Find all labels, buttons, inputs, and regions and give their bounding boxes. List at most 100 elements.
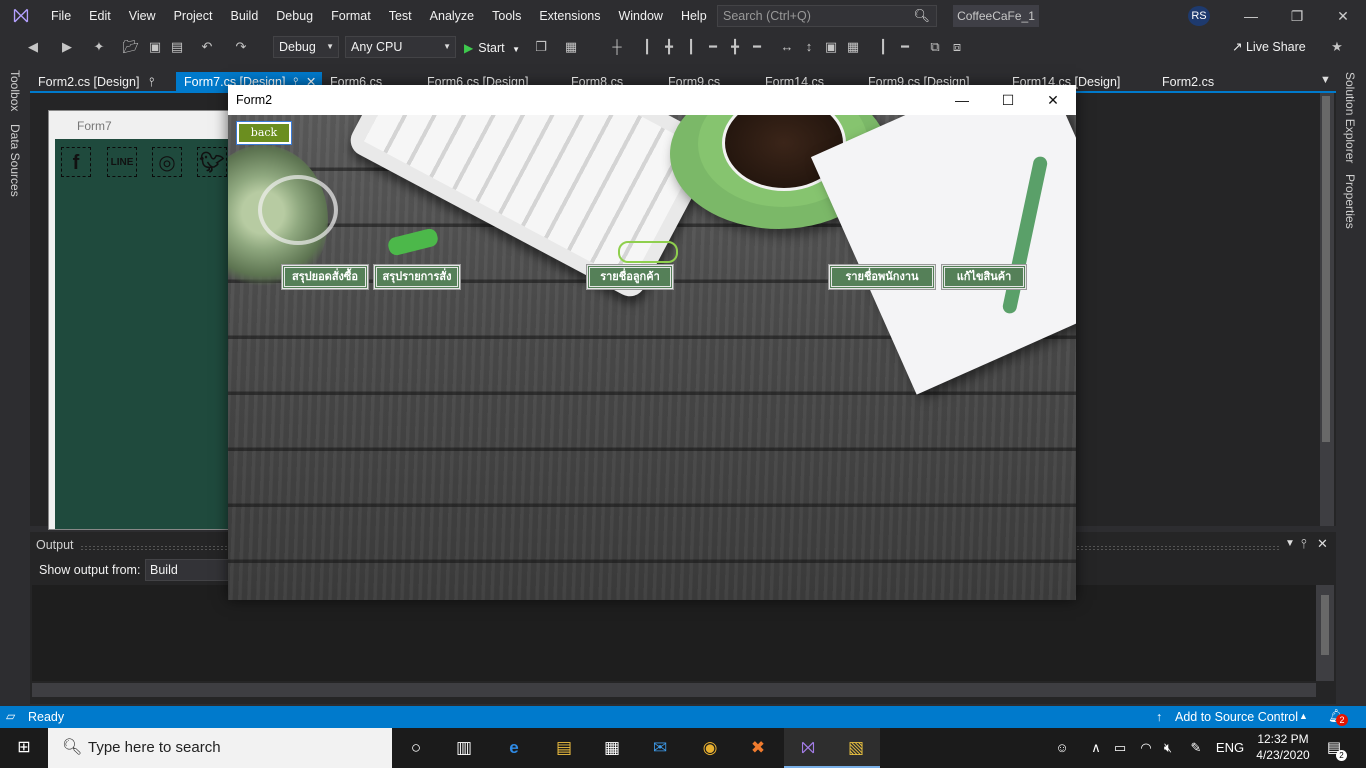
send-to-back-icon[interactable]: ⧈ (948, 39, 966, 55)
chevron-up-icon[interactable]: ∧ (1088, 728, 1104, 768)
tab-overflow-icon[interactable]: ▼ (1320, 74, 1331, 86)
minimize-icon[interactable]: — (939, 85, 985, 115)
back-nav-icon[interactable]: ◀ (24, 39, 42, 55)
line-icon[interactable]: LINE (107, 147, 137, 177)
start-button[interactable]: ▶ Start ▼ (464, 38, 520, 58)
size-to-grid-icon[interactable]: ▦ (844, 39, 862, 55)
menu-file[interactable]: File (42, 0, 80, 32)
taskbar-search-input[interactable]: 🔍︎ Type here to search (48, 728, 392, 768)
form7-design[interactable]: Form7 f LINE ◎ 🐦︎ (48, 110, 239, 530)
visual-studio-icon[interactable]: ⨝ (784, 728, 832, 768)
align-centers-icon[interactable]: ╋ (660, 39, 678, 55)
store-icon[interactable]: ▦ (588, 728, 636, 768)
menu-extensions[interactable]: Extensions (530, 0, 609, 32)
data-sources-tab[interactable]: Data Sources (8, 124, 22, 197)
file-explorer-icon[interactable]: ▤ (540, 728, 588, 768)
form-app-icon[interactable]: ▧ (832, 728, 880, 768)
customer-list-button[interactable]: รายชื่อลูกค้า (587, 265, 673, 289)
screenshot-icon[interactable]: ▦ (562, 39, 580, 55)
close-icon[interactable]: ✕ (1317, 536, 1328, 552)
save-icon[interactable]: ▣ (146, 39, 164, 55)
clock[interactable]: 12:32 PM 4/23/2020 (1248, 731, 1318, 763)
menu-debug[interactable]: Debug (267, 0, 322, 32)
output-horizontal-scrollbar[interactable] (32, 683, 1316, 697)
scrollbar-thumb[interactable] (1321, 595, 1329, 655)
restore-icon[interactable]: ❐ (1274, 0, 1320, 32)
language-indicator[interactable]: ENG (1214, 728, 1246, 768)
new-project-icon[interactable]: ✦ (90, 39, 108, 55)
menu-test[interactable]: Test (380, 0, 421, 32)
search-input[interactable]: Search (Ctrl+Q) 🔍︎ (717, 5, 937, 27)
align-rights-icon[interactable]: ┃ (682, 39, 700, 55)
menu-window[interactable]: Window (609, 0, 671, 32)
chevron-down-icon[interactable]: ▼ (1285, 538, 1295, 549)
mail-icon[interactable]: ✉ (636, 728, 684, 768)
add-to-source-control[interactable]: Add to Source Control (1175, 710, 1298, 724)
output-vertical-scrollbar[interactable] (1316, 585, 1334, 681)
align-middles-icon[interactable]: ╋ (726, 39, 744, 55)
xampp-icon[interactable]: ✖ (734, 728, 782, 768)
vertical-spacing-icon[interactable]: ━ (896, 39, 914, 55)
order-list-summary-button[interactable]: สรุปรายการสั่ง (374, 265, 460, 289)
chevron-up-icon[interactable]: ▲ (1299, 711, 1308, 721)
save-all-icon[interactable]: ▤ (168, 39, 186, 55)
tab-form2-design[interactable]: Form2.cs [Design] ⫯ (30, 72, 176, 92)
menu-view[interactable]: View (120, 0, 165, 32)
feedback-icon[interactable]: ★ (1328, 39, 1346, 55)
task-view-icon[interactable]: ▥ (440, 728, 488, 768)
make-same-height-icon[interactable]: ↕ (800, 39, 818, 55)
facebook-icon[interactable]: f (61, 147, 91, 177)
browser-link-icon[interactable]: ❐ (532, 39, 550, 55)
order-total-summary-button[interactable]: สรุปยอดสั่งซื้อ (282, 265, 368, 289)
make-same-size-icon[interactable]: ▣ (822, 39, 840, 55)
menu-edit[interactable]: Edit (80, 0, 120, 32)
menu-format[interactable]: Format (322, 0, 380, 32)
minimize-icon[interactable]: — (1228, 0, 1274, 32)
scrollbar-thumb[interactable] (1322, 96, 1330, 442)
align-grid-icon[interactable]: ┼ (608, 39, 626, 55)
menu-help[interactable]: Help (672, 0, 716, 32)
people-icon[interactable]: ☺ (1050, 728, 1074, 768)
pin-icon[interactable]: ⫯ (149, 75, 154, 89)
pen-icon[interactable]: ✎ (1186, 728, 1206, 768)
employee-list-button[interactable]: รายชื่อพนักงาน (829, 265, 935, 289)
align-bottoms-icon[interactable]: ━ (748, 39, 766, 55)
horizontal-spacing-icon[interactable]: ┃ (874, 39, 892, 55)
twitter-icon[interactable]: 🐦︎ (197, 147, 227, 177)
menu-project[interactable]: Project (165, 0, 222, 32)
wifi-icon[interactable]: ◠ (1136, 728, 1156, 768)
battery-icon[interactable]: ▭ (1110, 728, 1130, 768)
bring-to-front-icon[interactable]: ⧉ (926, 39, 944, 55)
close-icon[interactable]: ✕ (1320, 0, 1366, 32)
edit-product-button[interactable]: แก้ไขสินค้า (942, 265, 1026, 289)
tab-form2[interactable]: Form2.cs (1154, 72, 1254, 92)
avatar[interactable]: RS (1188, 6, 1210, 26)
forward-nav-icon[interactable]: ▶ (58, 39, 76, 55)
live-share-button[interactable]: ↗ Live Share (1232, 39, 1306, 54)
align-lefts-icon[interactable]: ┃ (638, 39, 656, 55)
volume-muted-icon[interactable]: 🔇︎ (1158, 728, 1178, 768)
make-same-width-icon[interactable]: ↔ (778, 39, 796, 55)
cortana-icon[interactable]: ○ (392, 728, 440, 768)
align-tops-icon[interactable]: ━ (704, 39, 722, 55)
pin-icon[interactable]: ⫯ (1301, 536, 1307, 552)
close-icon[interactable]: ✕ (1030, 85, 1076, 115)
redo-icon[interactable]: ↷ (232, 39, 250, 55)
back-button[interactable]: back (237, 122, 291, 144)
instagram-icon[interactable]: ◎ (152, 147, 182, 177)
undo-icon[interactable]: ↶ (198, 39, 216, 55)
platform-dropdown[interactable]: Any CPU ▼ (345, 36, 456, 58)
menu-build[interactable]: Build (221, 0, 267, 32)
solution-explorer-tab[interactable]: Solution Explorer (1343, 72, 1357, 163)
open-folder-icon[interactable]: 📂︎ (122, 39, 140, 55)
chrome-icon[interactable]: ◉ (686, 728, 734, 768)
properties-tab[interactable]: Properties (1343, 174, 1357, 229)
action-center-icon[interactable]: ▤ (1322, 728, 1346, 768)
toolbox-tab[interactable]: Toolbox (8, 70, 22, 111)
configuration-dropdown[interactable]: Debug ▼ (273, 36, 339, 58)
edge-icon[interactable]: e (490, 728, 538, 768)
maximize-icon[interactable]: ☐ (985, 85, 1031, 115)
menu-tools[interactable]: Tools (483, 0, 530, 32)
form7-body[interactable]: f LINE ◎ 🐦︎ (55, 139, 239, 529)
windows-start-icon[interactable]: ⊞ (0, 728, 48, 768)
